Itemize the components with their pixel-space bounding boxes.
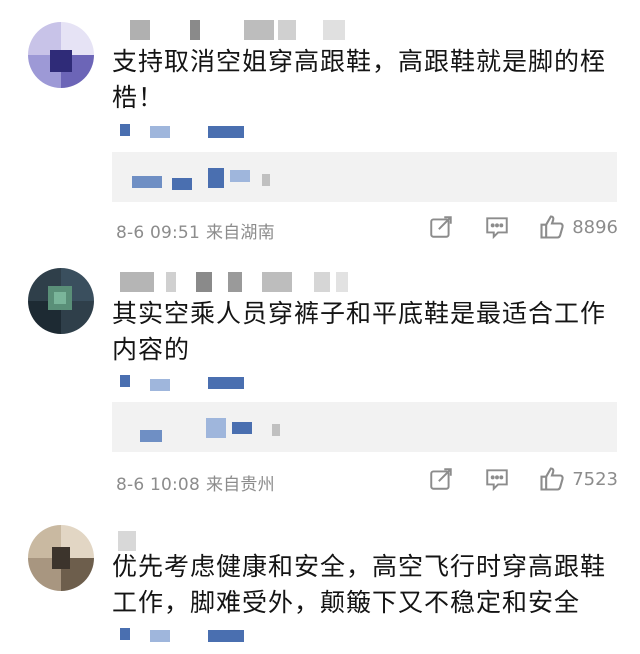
- avatar[interactable]: [28, 268, 94, 334]
- comment-meta: 8-6 09:51 来自湖南: [116, 218, 275, 243]
- thumbs-up-icon: [538, 213, 566, 241]
- comment-meta: 8-6 10:08 来自贵州: [116, 470, 275, 495]
- username-blurred[interactable]: [118, 272, 358, 294]
- comment-time: 8-6 09:51: [116, 223, 200, 243]
- like-count: 7523: [572, 468, 618, 490]
- reply-author-blurred[interactable]: [118, 628, 258, 644]
- avatar-pixel: [54, 292, 66, 304]
- reply-preview-box[interactable]: [112, 152, 617, 202]
- comment-item: 支持取消空姐穿高跟鞋，高跟鞋就是脚的桎梏！ 8-6 09:51 来自湖南 8896: [0, 0, 640, 250]
- comment-actions: 7523: [426, 464, 618, 494]
- comment-location: 来自贵州: [205, 475, 275, 495]
- username-blurred[interactable]: [118, 20, 358, 42]
- thumbs-up-icon: [538, 465, 566, 493]
- avatar[interactable]: [28, 525, 94, 591]
- reply-author-blurred[interactable]: [118, 124, 258, 140]
- like-count: 8896: [572, 216, 618, 238]
- share-icon[interactable]: [426, 464, 456, 494]
- comment-text: 优先考虑健康和安全，高空飞行时穿高跟鞋工作，脚难受外，颠簸下又不稳定和安全: [112, 552, 607, 617]
- comment-icon[interactable]: [482, 464, 512, 494]
- avatar-pixel: [50, 50, 72, 72]
- reply-author-blurred[interactable]: [118, 375, 258, 391]
- comment-time: 8-6 10:08: [116, 475, 200, 495]
- avatar[interactable]: [28, 22, 94, 88]
- avatar-pixel: [52, 547, 70, 569]
- comment-icon[interactable]: [482, 212, 512, 242]
- reply-preview-box[interactable]: [112, 402, 617, 452]
- comment-text: 其实空乘人员穿裤子和平底鞋是最适合工作内容的: [112, 299, 607, 364]
- comment-actions: 8896: [426, 212, 618, 242]
- like-button[interactable]: 8896: [538, 213, 618, 241]
- comment-location: 来自湖南: [205, 223, 275, 243]
- comment-item: 其实空乘人员穿裤子和平底鞋是最适合工作内容的 8-6 10:08 来自贵州 752…: [0, 250, 640, 505]
- share-icon[interactable]: [426, 212, 456, 242]
- comment-item: 优先考虑健康和安全，高空飞行时穿高跟鞋工作，脚难受外，颠簸下又不稳定和安全: [0, 505, 640, 654]
- like-button[interactable]: 7523: [538, 465, 618, 493]
- comment-text: 支持取消空姐穿高跟鞋，高跟鞋就是脚的桎梏！: [112, 47, 607, 112]
